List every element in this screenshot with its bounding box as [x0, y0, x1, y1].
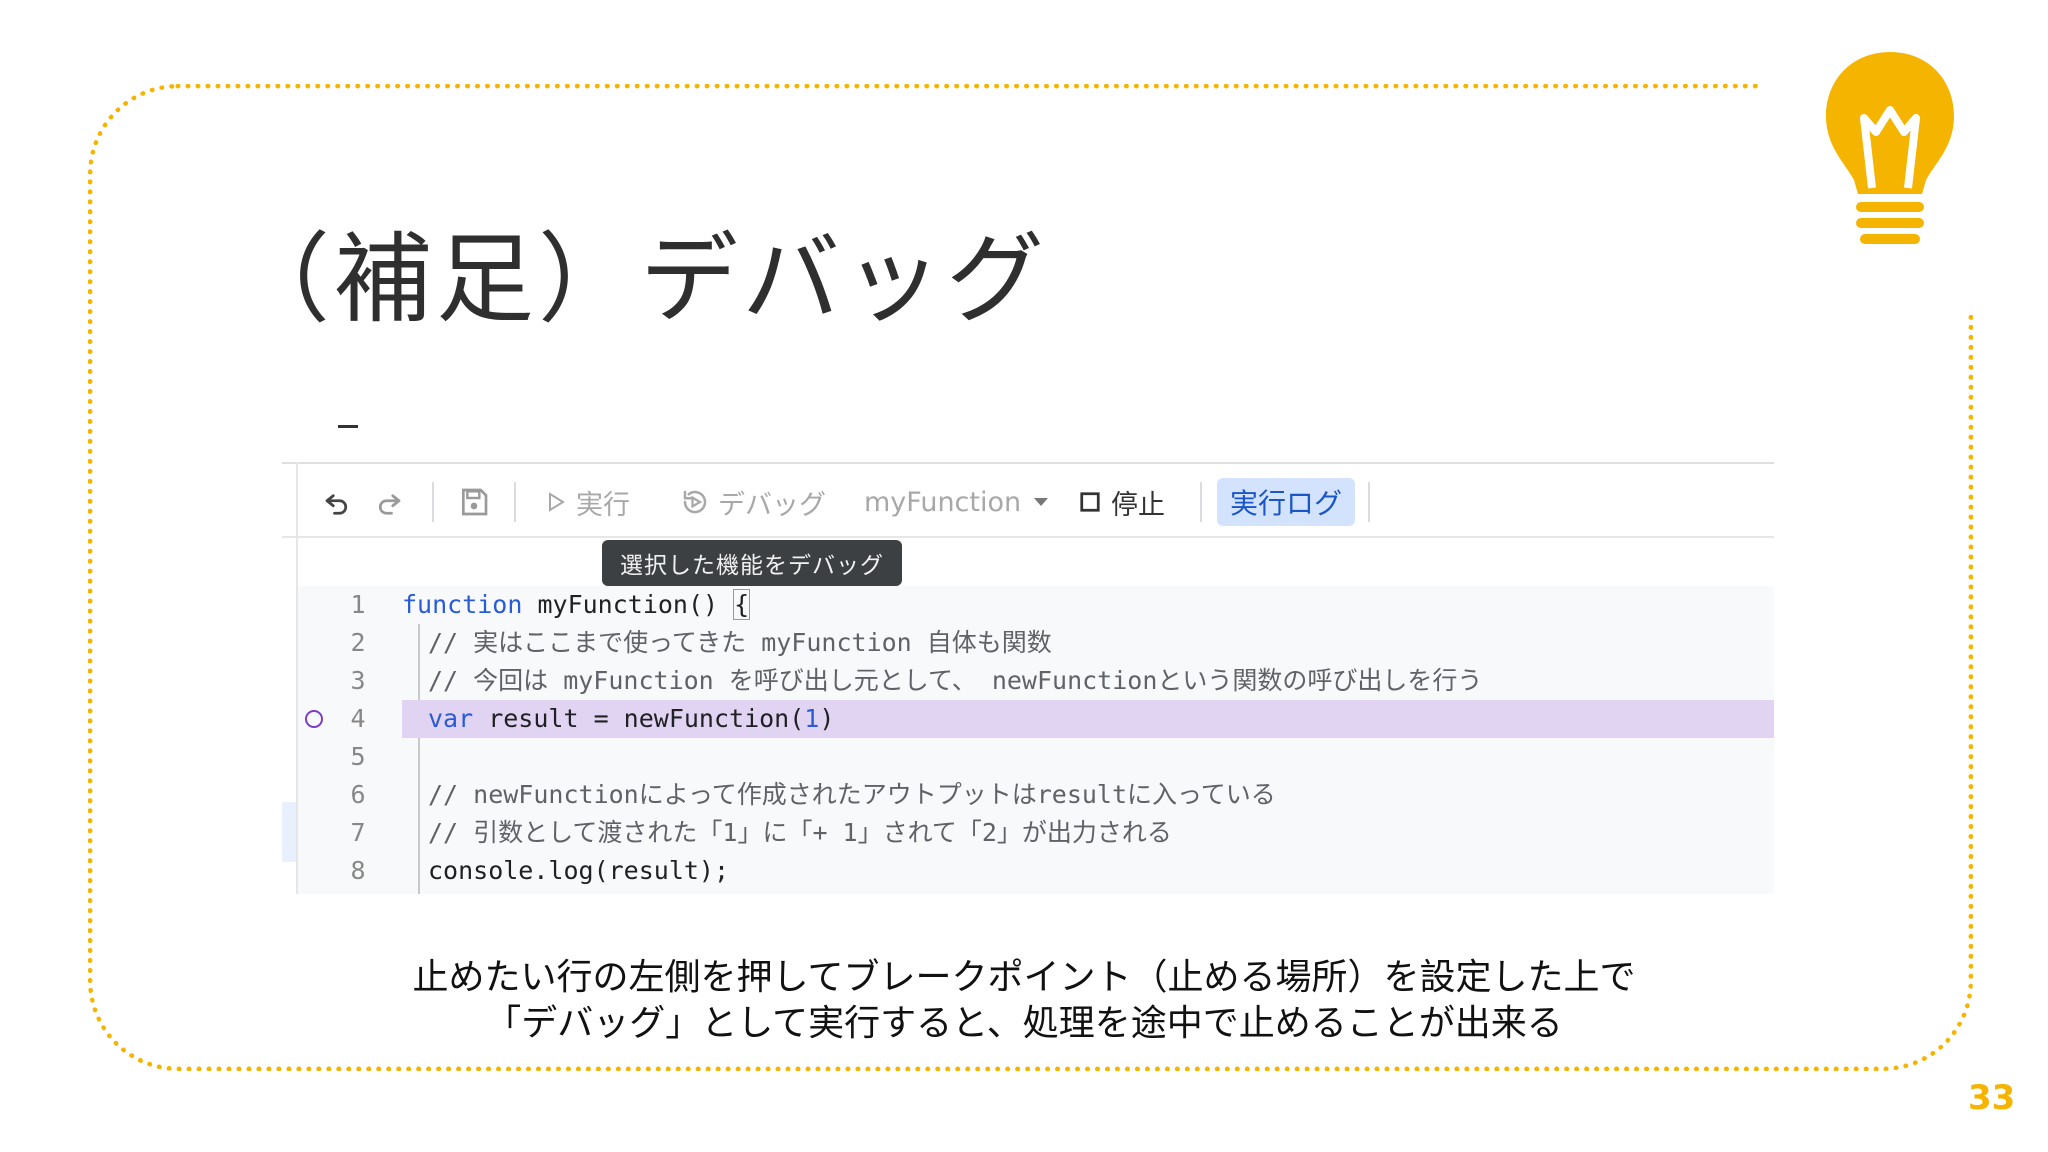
debug-icon [683, 490, 707, 514]
line-number[interactable]: 6 [338, 776, 378, 814]
toolbar-divider [1368, 482, 1370, 522]
code-line[interactable]: 1 function myFunction() { [298, 586, 1774, 624]
code-text: console.log(result); [428, 856, 730, 885]
lightbulb-icon [1826, 52, 1954, 244]
caption-line-1: 止めたい行の左側を押してブレークポイント（止める場所）を設定した上で [412, 957, 1636, 998]
stop-label: 停止 [1111, 489, 1165, 521]
save-icon [462, 488, 488, 516]
debug-button[interactable]: デバッグ [680, 482, 826, 522]
redo-icon [378, 494, 401, 515]
function-select[interactable]: myFunction [864, 482, 1053, 522]
line-number[interactable]: 5 [338, 738, 378, 776]
save-button[interactable] [458, 482, 490, 522]
toolbar-divider [514, 482, 516, 522]
code-text: var result = newFunction(1) [428, 704, 835, 733]
run-button[interactable]: 実行 [544, 482, 630, 522]
code-line[interactable]: 8 console.log(result); [298, 852, 1774, 890]
cursor-dash [338, 425, 358, 428]
code-line[interactable]: 3 // 今回は myFunction を呼び出し元として、 newFuncti… [298, 662, 1774, 700]
caption-line-2: 「デバッグ」として実行すると、処理を途中で止めることが出来る [485, 1003, 1563, 1044]
code-line-breakpoint[interactable]: 4 var result = newFunction(1) [298, 700, 1774, 738]
undo-button[interactable] [322, 482, 352, 522]
line-number[interactable]: 2 [338, 624, 378, 662]
page-number: 33 [1968, 1078, 2016, 1118]
redo-button[interactable] [374, 482, 404, 522]
side-panel-tab[interactable] [282, 802, 296, 862]
code-comment: // newFunctionによって作成されたアウトプットはresultに入って… [428, 780, 1276, 809]
toolbar-divider [1200, 482, 1202, 522]
run-label: 実行 [576, 489, 630, 521]
code-line[interactable]: 6 // newFunctionによって作成されたアウトプットはresultに入… [298, 776, 1774, 814]
editor-toolbar: 実行 デバッグ myFunction 停止 実行ログ [282, 462, 1774, 538]
line-number[interactable]: 8 [338, 852, 378, 890]
line-number[interactable]: 4 [338, 700, 378, 738]
stop-button[interactable]: 停止 [1079, 482, 1165, 522]
line-number[interactable]: 3 [338, 662, 378, 700]
toolbar-divider [432, 482, 434, 522]
code-comment: // 実はここまで使ってきた myFunction 自体も関数 [428, 628, 1052, 657]
debug-tooltip: 選択した機能をデバッグ [602, 540, 902, 586]
code-text: function myFunction() { [402, 589, 751, 620]
code-comment: // 引数として渡された「1」に「+ 1」されて「2」が出力される [428, 818, 1172, 847]
code-area[interactable]: 1 function myFunction() { 2 // 実はここまで使って… [298, 586, 1774, 894]
play-icon [549, 492, 565, 512]
breakpoint-marker[interactable] [305, 710, 323, 728]
code-comment: // 今回は myFunction を呼び出し元として、 newFunction… [428, 666, 1483, 695]
code-line[interactable]: 5 [298, 738, 1774, 776]
stop-icon [1080, 492, 1100, 512]
line-number[interactable]: 7 [338, 814, 378, 852]
slide-title: （補足）デバッグ [232, 223, 1049, 337]
undo-icon [325, 494, 348, 515]
debug-label: デバッグ [718, 489, 826, 521]
function-select-value: myFunction [864, 486, 1022, 518]
code-line[interactable]: 7 // 引数として渡された「1」に「+ 1」されて「2」が出力される [298, 814, 1774, 852]
line-number[interactable]: 1 [338, 586, 378, 624]
execution-log-button[interactable]: 実行ログ [1217, 478, 1355, 526]
dropdown-icon [1034, 498, 1049, 506]
script-editor: 実行 デバッグ myFunction 停止 実行ログ 1 function my… [282, 462, 1774, 894]
code-line[interactable]: 2 // 実はここまで使ってきた myFunction 自体も関数 [298, 624, 1774, 662]
